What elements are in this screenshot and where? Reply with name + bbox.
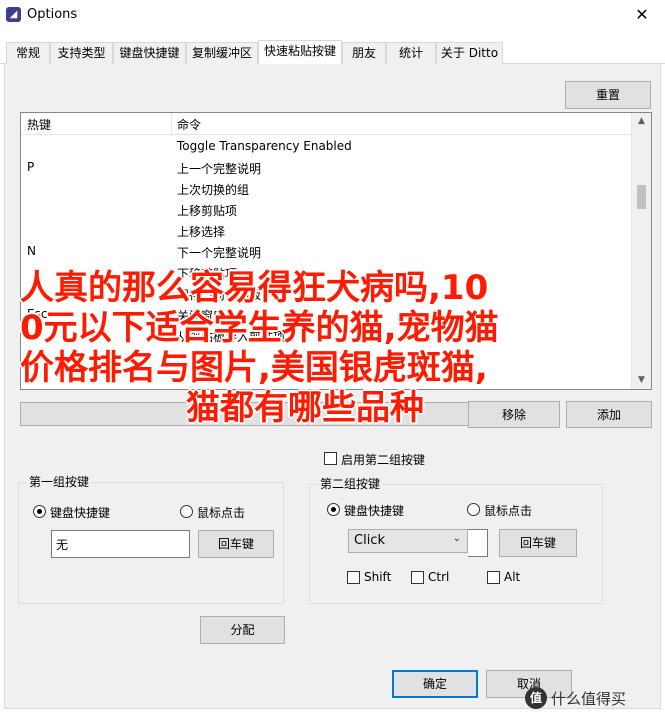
- group2-mouse-label: 鼠标点击: [484, 504, 533, 518]
- table-row[interactable]: Esc 关闭窗口: [21, 304, 632, 325]
- command-cell: 上移剪贴项: [177, 204, 238, 218]
- command-cell: 从剪贴板导入剪贴项: [177, 330, 286, 344]
- column-header-command[interactable]: 命令: [177, 116, 201, 133]
- watermark-text: 什么值得买: [551, 690, 627, 708]
- hotkey-cell: N: [27, 244, 36, 258]
- table-row[interactable]: N 下一个完整说明: [21, 241, 632, 262]
- close-icon[interactable]: ✕: [619, 0, 665, 30]
- table-row[interactable]: P 上一个完整说明: [21, 157, 632, 178]
- table-header: 热键 命令: [21, 113, 632, 135]
- command-cell: Toggle Transparency Enabled: [177, 139, 352, 153]
- group1-mouse-radio[interactable]: [180, 505, 193, 518]
- chevron-down-icon[interactable]: ⌄: [453, 533, 461, 544]
- group2-mouse-select[interactable]: Click ⌄: [348, 529, 468, 553]
- hotkey-cell: P: [27, 160, 35, 174]
- group2-ctrl-label: Ctrl: [428, 570, 450, 584]
- group2-mouse-select-value: Click: [354, 533, 385, 548]
- group2-enter-button[interactable]: 回车键: [499, 529, 577, 557]
- table-body: Toggle Transparency Enabled P 上一个完整说明 上次切…: [21, 136, 632, 346]
- scroll-thumb[interactable]: [637, 185, 646, 209]
- tab-supported-types[interactable]: 支持类型: [50, 42, 113, 64]
- group2-mouse-radio[interactable]: [467, 503, 480, 516]
- command-cell: 下一个完整说明: [177, 246, 262, 260]
- hotkey-table[interactable]: 热键 命令 Toggle Transparency Enabled P 上一个完整…: [20, 112, 652, 390]
- column-divider[interactable]: [171, 113, 172, 135]
- group1-mouse-label: 鼠标点击: [197, 506, 246, 520]
- table-row[interactable]: 从剪贴板导入剪贴项: [21, 325, 632, 346]
- group1-keyboard-radio[interactable]: [33, 505, 46, 518]
- column-header-hotkey[interactable]: 热键: [27, 116, 51, 133]
- tab-copy-buffers[interactable]: 复制缓冲区: [186, 42, 258, 64]
- scroll-down-icon[interactable]: ▼: [632, 372, 651, 389]
- tab-about[interactable]: 关于 Ditto: [436, 42, 503, 64]
- ok-button[interactable]: 确定: [392, 670, 478, 698]
- add-button[interactable]: 添加: [566, 401, 652, 428]
- scroll-up-icon[interactable]: ▲: [632, 113, 651, 130]
- table-row[interactable]: 上移剪贴项: [21, 199, 632, 220]
- watermark-logo-icon: 值: [525, 687, 547, 709]
- tab-friends[interactable]: 朋友: [342, 42, 386, 64]
- app-icon: ◢: [6, 7, 21, 22]
- group2-alt-checkbox[interactable]: [487, 571, 500, 584]
- title-bar: ◢ Options ✕: [0, 0, 665, 30]
- command-cell: 上一个完整说明: [177, 162, 262, 176]
- group1-hotkey-input[interactable]: 无: [51, 530, 190, 558]
- remove-button[interactable]: 移除: [468, 401, 560, 428]
- vertical-scrollbar[interactable]: ▲ ▼: [631, 113, 651, 389]
- group2-keyboard-label: 键盘快捷键: [344, 504, 405, 518]
- tab-stats[interactable]: 统计: [386, 42, 436, 64]
- table-row[interactable]: 下移剪贴项: [21, 262, 632, 283]
- tab-strip: 常规 支持类型 键盘快捷键 复制缓冲区 快速粘贴按键 朋友 统计 关于 Ditt…: [0, 40, 665, 65]
- group2-shift-checkbox[interactable]: [347, 571, 360, 584]
- command-cell: 下移剪贴项: [177, 267, 238, 281]
- hotkey-cell: Esc: [27, 307, 48, 321]
- group2-shift-label: Shift: [364, 570, 392, 584]
- assign-button[interactable]: 分配: [200, 616, 285, 644]
- window-title: Options: [27, 7, 78, 22]
- table-row[interactable]: Toggle Transparency Enabled: [21, 136, 632, 157]
- reset-button[interactable]: 重置: [565, 81, 651, 109]
- group-first-title: 第一组按键: [27, 475, 92, 489]
- command-cell: 保存当前剪贴板: [177, 288, 262, 302]
- group2-keyboard-radio[interactable]: [327, 503, 340, 516]
- tab-quick-paste-keys[interactable]: 快速粘贴按键: [258, 40, 342, 65]
- group-second-title: 第二组按键: [318, 477, 383, 491]
- command-cell: 上移选择: [177, 225, 226, 239]
- group2-alt-label: Alt: [504, 570, 521, 584]
- tab-general[interactable]: 常规: [6, 42, 50, 64]
- table-row[interactable]: 上移选择: [21, 220, 632, 241]
- command-cell: 上次切换的组: [177, 183, 250, 197]
- group2-combo-edge: [468, 529, 488, 557]
- enable-second-group-checkbox[interactable]: [324, 452, 337, 465]
- group1-keyboard-label: 键盘快捷键: [50, 506, 111, 520]
- table-row[interactable]: 上次切换的组: [21, 178, 632, 199]
- group2-ctrl-checkbox[interactable]: [411, 571, 424, 584]
- group1-enter-button[interactable]: 回车键: [198, 530, 274, 558]
- watermark: 值 什么值得买: [525, 687, 657, 709]
- table-row[interactable]: 保存当前剪贴板: [21, 283, 632, 304]
- enable-second-group-label: 启用第二组按键: [341, 453, 426, 467]
- command-cell: 关闭窗口: [177, 309, 226, 323]
- tab-keyboard-shortcuts[interactable]: 键盘快捷键: [113, 42, 186, 64]
